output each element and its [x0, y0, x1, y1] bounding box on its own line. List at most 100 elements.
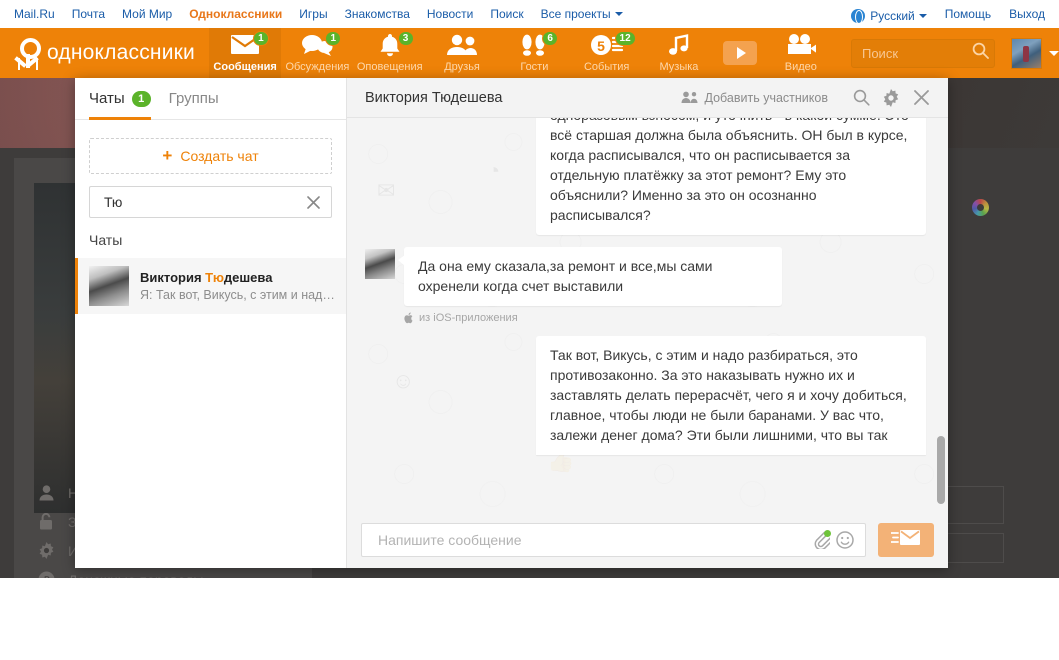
search-icon[interactable] — [972, 42, 989, 64]
messages-area: ✉ ☆ ☺ 👍 ♡ ☆ ◔ ✉ счёт за этот ремонт. Это… — [347, 118, 948, 511]
create-chat-button[interactable]: + Создать чат — [89, 138, 332, 174]
message-row-outgoing: счёт за этот ремонт. Это ему объяснили??… — [365, 118, 926, 235]
paperclip-icon[interactable] — [809, 530, 833, 549]
nav-discussions-label: Обсуждения — [285, 61, 350, 73]
clear-search-icon[interactable] — [303, 192, 323, 212]
nav-video-label: Видео — [784, 61, 817, 73]
people-icon — [426, 28, 498, 61]
chat-search-input[interactable] — [102, 193, 303, 211]
avatar[interactable] — [1010, 37, 1042, 69]
tab-chats-label: Чаты — [89, 90, 125, 107]
mailru-link-2[interactable]: Мой Мир — [122, 7, 172, 21]
nav-notifications-badge: 3 — [397, 31, 414, 46]
chat-search[interactable] — [89, 186, 332, 218]
nav-friends-label: Друзья — [444, 61, 480, 73]
nav-events-label: События — [583, 61, 630, 73]
page-bottom-inner — [0, 578, 1010, 660]
bell-icon — [354, 28, 426, 61]
apple-icon — [404, 312, 414, 324]
nav-music-label: Музыка — [659, 61, 699, 73]
send-envelope-icon — [890, 528, 921, 552]
send-button[interactable] — [878, 522, 934, 557]
chat-tabs: Чаты 1 Группы — [75, 78, 346, 120]
chevron-down-icon[interactable] — [1048, 50, 1059, 56]
nav-discussions[interactable]: Обсуждения 1 — [281, 28, 353, 78]
create-chat-label: Создать чат — [180, 148, 259, 164]
nav-friends[interactable]: Друзья — [426, 28, 498, 78]
add-members-label: Добавить участников — [704, 90, 829, 105]
chat-list-pane: Чаты 1 Группы + Создать чат Чаты Виктори… — [75, 78, 347, 568]
plus-icon: + — [162, 146, 173, 165]
message-source-label: из iOS-приложения — [419, 312, 518, 324]
nav-notifications[interactable]: Оповещения 3 — [354, 28, 426, 78]
video-camera-icon — [765, 28, 837, 61]
help-link[interactable]: Помощь — [945, 7, 991, 21]
messages-scrollbar[interactable] — [937, 118, 945, 511]
lock-icon — [36, 513, 56, 531]
mailru-link-0[interactable]: Mail.Ru — [14, 7, 55, 21]
language-label: Русский — [870, 8, 915, 23]
tab-groups[interactable]: Группы — [169, 78, 219, 119]
nav-music[interactable]: Музыка — [643, 28, 715, 78]
nav-messages[interactable]: Сообщения 1 — [208, 28, 282, 78]
nav-guests[interactable]: Гости 6 — [498, 28, 570, 78]
mailru-link-7[interactable]: Поиск — [490, 7, 523, 21]
mailru-link-4[interactable]: Игры — [299, 7, 327, 21]
chat-list-item[interactable]: Виктория Тюдешева Я: Так вот, Викусь, с … — [75, 258, 346, 314]
nav-events-badge: 12 — [614, 31, 636, 46]
color-wheel-icon — [972, 199, 989, 216]
ok-logo[interactable]: одноклассники — [0, 28, 209, 78]
message-group-incoming: Да она ему сказала,за ремонт и все,мы са… — [365, 247, 926, 324]
nav-events[interactable]: 5 События 12 — [571, 28, 643, 78]
chat-modal: Чаты 1 Группы + Создать чат Чаты Виктори… — [75, 78, 948, 568]
conversation-pane: Виктория Тюдешева Добавить участников ✉ … — [347, 78, 948, 568]
mailru-link-6[interactable]: Новости — [427, 7, 473, 21]
message-bubble: Так вот, Викусь, с этим и надо разбирать… — [536, 336, 926, 455]
nav-messages-badge: 1 — [252, 31, 269, 46]
nav-video[interactable]: Видео — [765, 28, 837, 78]
chat-name-highlight: Тю — [205, 270, 224, 285]
nav-guests-badge: 6 — [542, 31, 559, 46]
add-members-button[interactable]: Добавить участников — [681, 90, 829, 105]
message-list: счёт за этот ремонт. Это ему объяснили??… — [347, 118, 948, 511]
gear-icon[interactable] — [878, 85, 904, 111]
logout-link[interactable]: Выход — [1009, 7, 1045, 21]
language-selector[interactable]: Русский — [851, 6, 927, 24]
ok-logo-text: одноклассники — [47, 41, 195, 64]
nav-notifications-label: Оповещения — [356, 61, 423, 73]
conversation-tools: Добавить участников — [681, 85, 935, 111]
tab-chats[interactable]: Чаты 1 — [89, 78, 151, 120]
tab-chats-badge: 1 — [131, 90, 151, 107]
globe-icon — [851, 8, 866, 24]
mailru-right-links: Русский Помощь Выход — [833, 6, 1045, 24]
play-button[interactable] — [715, 28, 765, 78]
speech-bubbles-icon — [281, 28, 353, 61]
people-icon — [681, 91, 698, 104]
mailru-link-all-projects[interactable]: Все проекты — [541, 7, 623, 21]
message-input[interactable] — [376, 530, 809, 549]
close-icon[interactable] — [908, 85, 934, 111]
avatar — [89, 266, 129, 306]
message-bubble: Да она ему сказала,за ремонт и все,мы са… — [398, 247, 782, 306]
conversation-header: Виктория Тюдешева Добавить участников — [347, 78, 948, 118]
mailru-link-1[interactable]: Почта — [72, 7, 105, 21]
message-composer — [347, 511, 948, 568]
header-search-input[interactable] — [859, 44, 972, 62]
odnoklassniki-logo-icon — [14, 38, 41, 68]
music-note-icon — [643, 28, 715, 61]
search-icon[interactable] — [848, 85, 874, 111]
header-search[interactable] — [850, 38, 995, 68]
mailru-link-5[interactable]: Знакомства — [345, 7, 410, 21]
chat-list-title: Чаты — [89, 232, 123, 248]
scrollbar-thumb[interactable] — [937, 436, 945, 504]
mailru-link-3[interactable]: Одноклассники — [189, 7, 282, 21]
chat-item-name: Виктория Тюдешева — [140, 270, 336, 285]
avatar[interactable] — [365, 249, 395, 279]
all-projects-label: Все проекты — [540, 7, 611, 21]
nav-guests-label: Гости — [520, 61, 549, 73]
chat-name-prefix: Виктория — [140, 270, 206, 285]
composer-input-wrap[interactable] — [361, 522, 866, 557]
smiley-icon[interactable] — [833, 530, 857, 549]
page-bottom-white — [0, 578, 1059, 660]
chat-item-meta: Виктория Тюдешева Я: Так вот, Викусь, с … — [140, 270, 336, 302]
